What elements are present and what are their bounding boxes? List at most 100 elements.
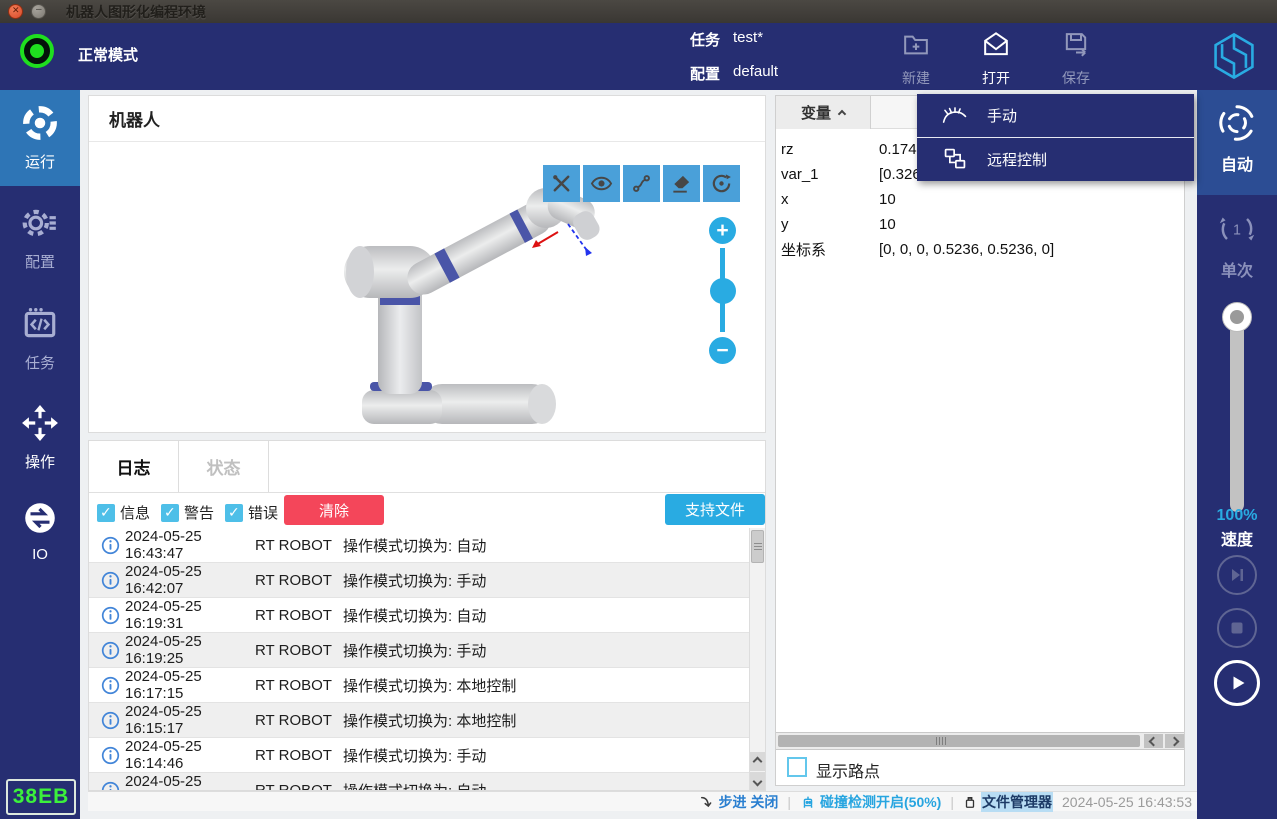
step-forward-button[interactable] <box>1217 555 1257 595</box>
tab-log[interactable]: 日志 <box>89 441 179 492</box>
warning-checkbox[interactable] <box>161 504 179 522</box>
file-manager-label: 文件管理器 <box>981 792 1053 812</box>
config-row: 配置 default <box>690 63 778 84</box>
variable-value: [0, 0, 0, 0.5236, 0.5236, 0] <box>879 241 1054 258</box>
collision-status[interactable]: 碰撞检测开启(50%) <box>800 792 941 812</box>
titlebar: 机器人图形化编程环境 <box>0 0 1277 23</box>
log-time: 2024-05-25 16:19:25 <box>125 633 255 667</box>
zoom-out-button[interactable] <box>709 337 736 364</box>
gear-icon <box>21 204 59 242</box>
log-message: 操作模式切换为: 自动 <box>343 780 486 792</box>
stop-button[interactable] <box>1217 608 1257 648</box>
log-row: 2024-05-25 16:42:07 RT ROBOT 操作模式切换为: 手动 <box>89 563 766 598</box>
log-time: 2024-05-25 16:14:26 <box>125 773 255 791</box>
step-mode-status[interactable]: 步进 关闭 <box>700 792 778 812</box>
visibility-button[interactable] <box>583 165 620 202</box>
scroll-down-button[interactable] <box>750 772 765 791</box>
log-row: 2024-05-25 16:19:25 RT ROBOT 操作模式切换为: 手动 <box>89 633 766 668</box>
play-button[interactable] <box>1214 660 1260 706</box>
task-row: 任务 test* <box>690 29 763 50</box>
clear-button[interactable]: 清除 <box>284 495 384 525</box>
eraser-button[interactable] <box>663 165 700 202</box>
tab-status[interactable]: 状态 <box>179 441 269 492</box>
show-waypoints-checkbox[interactable] <box>787 757 807 777</box>
variables-hscrollbar[interactable] <box>776 732 1184 750</box>
save-button[interactable]: 保存 <box>1044 30 1108 88</box>
status-badge: 38EB <box>6 779 76 815</box>
sidebar-io-label: IO <box>0 546 80 563</box>
minimize-icon[interactable] <box>31 4 46 19</box>
log-time: 2024-05-25 16:43:47 <box>125 528 255 562</box>
log-row: 2024-05-25 16:14:26 RT ROBOT 操作模式切换为: 自动 <box>89 773 766 791</box>
separator <box>787 794 791 810</box>
sidebar-item-config[interactable]: 配置 <box>0 190 80 286</box>
info-icon <box>101 676 125 695</box>
support-file-button[interactable]: 支持文件 <box>665 494 765 525</box>
hscrollbar-thumb[interactable] <box>778 735 1140 747</box>
info-icon <box>101 746 125 765</box>
sidebar-item-operate[interactable]: 操作 <box>0 390 80 486</box>
error-filter-label: 错误 <box>248 502 278 523</box>
error-checkbox[interactable] <box>225 504 243 522</box>
info-icon <box>101 641 125 660</box>
chevron-left-icon <box>1149 736 1159 746</box>
step-status-icon <box>700 795 714 809</box>
variable-row: y 10 <box>781 212 1181 237</box>
eraser-icon <box>670 172 693 195</box>
chevron-up-icon <box>753 757 763 767</box>
log-time: 2024-05-25 16:19:31 <box>125 598 255 632</box>
task-value: test* <box>733 29 763 50</box>
sidebar-item-io[interactable]: IO <box>0 485 80 581</box>
scroll-up-button[interactable] <box>750 752 765 771</box>
log-row: 2024-05-25 16:14:46 RT ROBOT 操作模式切换为: 手动 <box>89 738 766 773</box>
path-button[interactable] <box>623 165 660 202</box>
open-button[interactable]: 打开 <box>964 30 1028 88</box>
scroll-left-button[interactable] <box>1144 734 1163 748</box>
scroll-right-button[interactable] <box>1165 734 1184 748</box>
log-scrollbar[interactable] <box>749 528 765 791</box>
log-message: 操作模式切换为: 自动 <box>343 605 486 626</box>
speed-slider-handle[interactable] <box>1222 302 1252 332</box>
play-icon <box>1227 673 1247 693</box>
step-forward-icon <box>1227 565 1247 585</box>
divider <box>89 492 765 493</box>
variable-name: x <box>781 191 879 208</box>
save-label: 保存 <box>1044 68 1108 88</box>
log-source: RT ROBOT <box>255 642 343 659</box>
divider <box>89 141 765 142</box>
variable-name: 坐标系 <box>781 239 879 260</box>
info-checkbox[interactable] <box>97 504 115 522</box>
sidebar-item-run[interactable]: 运行 <box>0 90 80 186</box>
code-window-icon <box>21 305 59 343</box>
speed-slider-track[interactable] <box>1230 308 1244 512</box>
config-value: default <box>733 63 778 84</box>
menu-item-remote[interactable]: 远程控制 <box>917 137 1194 180</box>
sidebar-item-task[interactable]: 任务 <box>0 291 80 387</box>
sidebar-config-label: 配置 <box>0 251 80 272</box>
reset-view-button[interactable] <box>703 165 740 202</box>
info-filter-label: 信息 <box>120 502 150 523</box>
log-source: RT ROBOT <box>255 537 343 554</box>
log-scrollbar-thumb[interactable] <box>751 530 764 563</box>
zoom-slider-handle[interactable] <box>710 278 736 304</box>
log-source: RT ROBOT <box>255 572 343 589</box>
new-label: 新建 <box>884 68 948 88</box>
file-manager-button[interactable]: 文件管理器 <box>963 792 1053 812</box>
variable-value: 10 <box>879 191 896 208</box>
log-time: 2024-05-25 16:17:15 <box>125 668 255 702</box>
log-time: 2024-05-25 16:42:07 <box>125 563 255 597</box>
tools-button[interactable] <box>543 165 580 202</box>
menu-item-manual[interactable]: 手动 <box>917 94 1194 137</box>
close-icon[interactable] <box>8 4 23 19</box>
zoom-in-button[interactable] <box>709 217 736 244</box>
rotate-icon <box>710 172 733 195</box>
auto-mode-button[interactable]: 自动 <box>1197 90 1277 195</box>
new-button[interactable]: 新建 <box>884 30 948 88</box>
header-bar: 正常模式 任务 test* 配置 default 新建 打开 保存 <box>0 23 1277 90</box>
left-sidebar: 运行 配置 任务 操作 <box>0 90 80 819</box>
config-label: 配置 <box>690 63 720 84</box>
variables-tab[interactable]: 变量 <box>776 96 871 129</box>
single-run-button[interactable]: 1 单次 <box>1197 208 1277 281</box>
info-icon <box>101 781 125 792</box>
step-mode-label: 步进 关闭 <box>718 792 778 812</box>
